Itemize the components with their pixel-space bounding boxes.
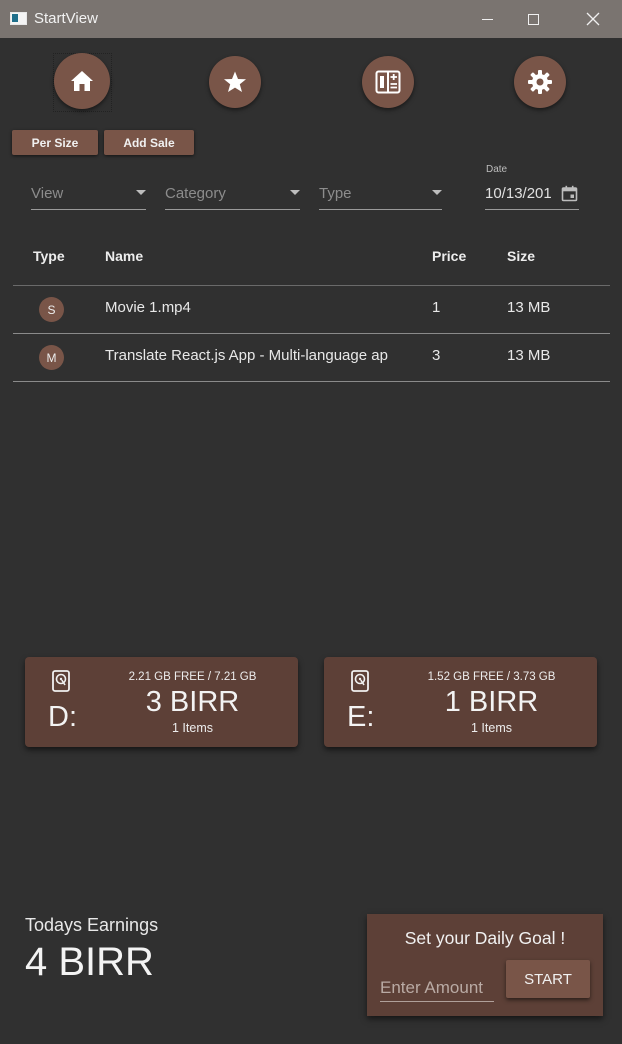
calculator-icon: [375, 70, 401, 94]
column-header-price[interactable]: Price: [432, 248, 466, 264]
drive-letter: D:: [48, 701, 77, 733]
goal-amount-input[interactable]: [380, 974, 494, 1002]
view-combobox-label: View: [31, 185, 64, 202]
table-row[interactable]: M Translate React.js App - Multi-languag…: [13, 333, 610, 381]
date-picker[interactable]: 10/13/201: [485, 180, 579, 210]
drive-free-space: 1.52 GB FREE / 3.73 GB: [427, 671, 556, 683]
drive-card-d[interactable]: D: 2.21 GB FREE / 7.21 GB 3 BIRR 1 Items: [25, 657, 298, 747]
daily-goal-card: Set your Daily Goal ! START: [367, 914, 603, 1016]
row-price: 3: [432, 347, 441, 364]
type-combobox-label: Type: [319, 185, 352, 202]
type-badge: M: [39, 345, 64, 370]
maximize-button[interactable]: [510, 0, 556, 38]
type-badge: S: [39, 297, 64, 322]
todays-earnings-label: Todays Earnings: [25, 915, 159, 935]
minimize-button[interactable]: [464, 0, 510, 38]
table-bottom-divider: [13, 381, 610, 382]
view-combobox[interactable]: View: [31, 180, 146, 210]
drive-free-space: 2.21 GB FREE / 7.21 GB: [128, 671, 257, 683]
close-button[interactable]: [570, 0, 616, 38]
row-name: Movie 1.mp4: [105, 299, 191, 316]
chevron-down-icon: [432, 190, 442, 195]
chevron-down-icon: [136, 190, 146, 195]
window-titlebar: StartView: [0, 0, 622, 38]
column-header-size[interactable]: Size: [507, 248, 535, 264]
drive-items-count: 1 Items: [471, 721, 512, 735]
category-combobox-label: Category: [165, 185, 226, 202]
calculator-nav-button[interactable]: [362, 56, 414, 108]
window-title: StartView: [34, 10, 98, 27]
settings-nav-button[interactable]: [514, 56, 566, 108]
gear-icon: [528, 70, 552, 94]
hard-drive-icon: [351, 670, 369, 692]
type-combobox[interactable]: Type: [319, 180, 442, 210]
category-combobox[interactable]: Category: [165, 180, 300, 210]
app-icon: [10, 12, 27, 25]
start-button[interactable]: START: [506, 960, 590, 998]
calendar-icon[interactable]: [561, 185, 578, 202]
drive-items-count: 1 Items: [172, 721, 213, 735]
drive-card-e[interactable]: E: 1.52 GB FREE / 3.73 GB 1 BIRR 1 Items: [324, 657, 597, 747]
home-icon: [71, 71, 93, 91]
row-size: 13 MB: [507, 299, 551, 316]
row-name: Translate React.js App - Multi-language …: [105, 347, 388, 364]
hard-drive-icon: [52, 670, 70, 692]
per-size-button[interactable]: Per Size: [12, 130, 98, 155]
home-nav-button[interactable]: [54, 53, 110, 109]
drive-amount: 1 BIRR: [444, 686, 539, 718]
date-value: 10/13/201: [485, 185, 552, 202]
close-icon: [586, 12, 600, 26]
column-header-type[interactable]: Type: [33, 248, 65, 264]
favorites-nav-button[interactable]: [209, 56, 261, 108]
row-size: 13 MB: [507, 347, 551, 364]
minimize-icon: [481, 18, 493, 20]
date-caption: Date: [486, 164, 508, 175]
chevron-down-icon: [290, 190, 300, 195]
drive-amount: 3 BIRR: [145, 686, 240, 718]
add-sale-button[interactable]: Add Sale: [104, 130, 194, 155]
daily-goal-title: Set your Daily Goal !: [404, 928, 566, 948]
drive-letter: E:: [347, 701, 375, 733]
column-header-name[interactable]: Name: [105, 248, 143, 264]
maximize-icon: [527, 13, 539, 25]
table-row[interactable]: S Movie 1.mp4 1 13 MB: [13, 285, 610, 333]
star-icon: [224, 71, 246, 92]
row-price: 1: [432, 299, 441, 316]
todays-earnings-value: 4 BIRR: [25, 940, 154, 984]
